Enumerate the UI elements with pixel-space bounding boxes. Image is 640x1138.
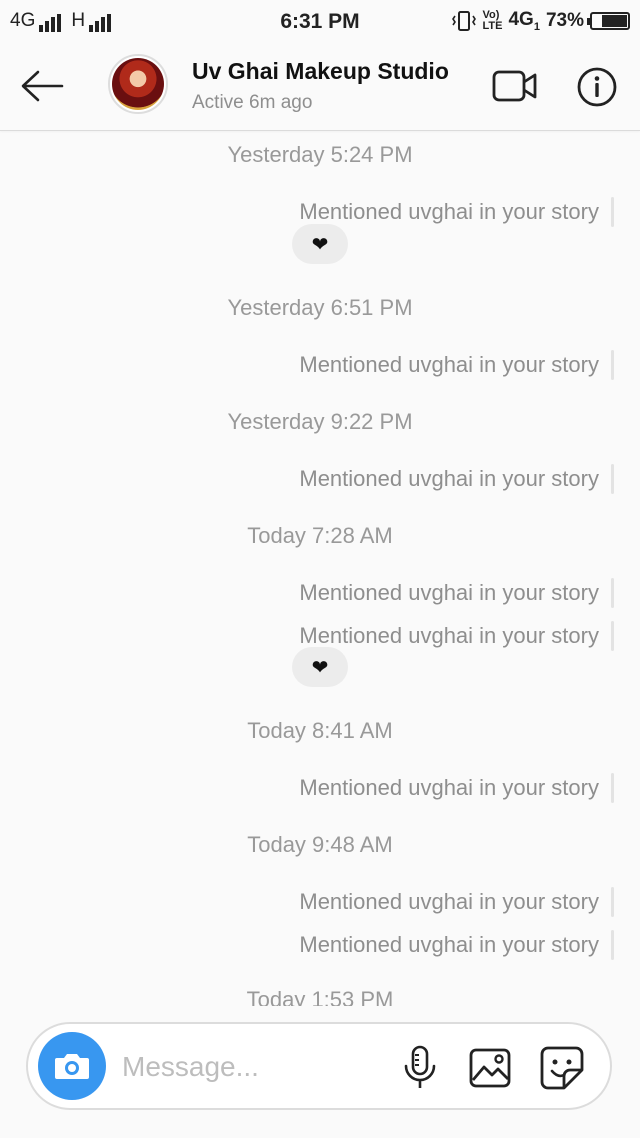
video-camera-icon: [492, 70, 537, 102]
heart-reaction[interactable]: ❤: [292, 224, 348, 264]
story-mention-message[interactable]: Mentioned uvghai in your story: [299, 350, 614, 380]
back-button[interactable]: [18, 64, 66, 108]
image-icon: [469, 1048, 511, 1088]
timestamp: Today 9:48 AM: [247, 832, 393, 857]
system-indicators: Vo) LTE 4G1 73%: [451, 9, 630, 33]
sticker-button[interactable]: [538, 1044, 586, 1092]
timestamp: Today 7:28 AM: [247, 523, 393, 548]
camera-button[interactable]: [38, 1032, 106, 1100]
sticker-icon: [540, 1046, 584, 1090]
avatar-image: [112, 58, 164, 110]
battery-icon: [587, 11, 630, 30]
story-mention-message[interactable]: Mentioned uvghai in your story: [299, 930, 614, 960]
conversation-header: Uv Ghai Makeup Studio Active 6m ago: [0, 44, 640, 131]
story-mention-message[interactable]: Mentioned uvghai in your story: [299, 197, 614, 227]
heart-reaction[interactable]: ❤: [292, 647, 348, 687]
info-icon: [577, 67, 617, 107]
microphone-icon: [404, 1045, 436, 1088]
back-arrow-icon: [21, 70, 64, 102]
info-button[interactable]: [576, 66, 618, 108]
profile-avatar[interactable]: [108, 54, 168, 114]
story-mention-message[interactable]: Mentioned uvghai in your story: [299, 887, 614, 917]
camera-icon: [55, 1054, 89, 1079]
timestamp: Today 1:53 PM: [246, 987, 394, 1006]
gallery-button[interactable]: [468, 1046, 512, 1090]
timestamp: Yesterday 6:51 PM: [227, 295, 413, 320]
story-mention-message[interactable]: Mentioned uvghai in your story: [299, 578, 614, 608]
voice-message-button[interactable]: [400, 1044, 440, 1092]
video-call-button[interactable]: [492, 68, 538, 104]
timestamp: Yesterday 5:24 PM: [227, 142, 413, 167]
message-composer: [26, 1022, 612, 1110]
active-status: Active 6m ago: [192, 92, 313, 113]
status-bar: 4G H 6:31 PM Vo) LTE 4G1 73%: [0, 0, 640, 44]
story-mention-message[interactable]: Mentioned uvghai in your story: [299, 621, 614, 651]
story-mention-message[interactable]: Mentioned uvghai in your story: [299, 464, 614, 494]
vibrate-icon: [451, 10, 476, 31]
volte-indicator: Vo) LTE: [482, 8, 503, 32]
contact-name[interactable]: Uv Ghai Makeup Studio: [192, 58, 452, 85]
message-thread[interactable]: Yesterday 5:24 PM Mentioned uvghai in yo…: [0, 130, 640, 1006]
message-input[interactable]: [120, 1046, 384, 1088]
timestamp: Yesterday 9:22 PM: [227, 409, 413, 434]
battery-percent: 73%: [545, 9, 584, 31]
network-type-3: 4G1: [508, 9, 540, 33]
story-mention-message[interactable]: Mentioned uvghai in your story: [299, 773, 614, 803]
timestamp: Today 8:41 AM: [247, 718, 393, 743]
